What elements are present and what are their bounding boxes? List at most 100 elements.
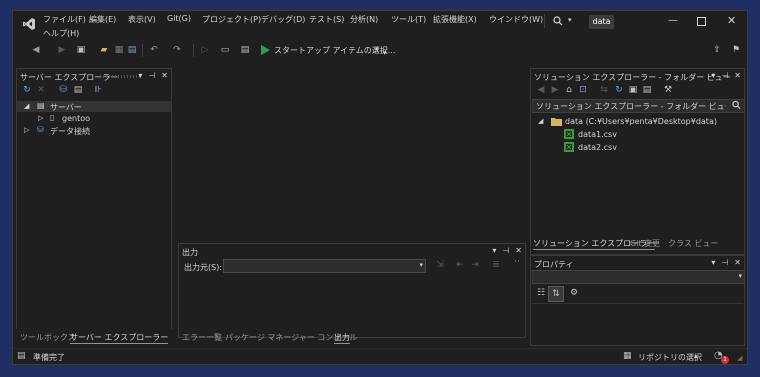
- search-icon[interactable]: [553, 16, 563, 26]
- stop-icon[interactable]: ✕: [35, 85, 47, 96]
- output-source-select[interactable]: ▾: [223, 259, 426, 273]
- properties-menu-icon[interactable]: ▾: [711, 258, 715, 267]
- select-repository[interactable]: リポジトリの選択: [638, 352, 702, 363]
- attach-icon[interactable]: ▭: [219, 45, 231, 56]
- sharepoint-icon[interactable]: ⊪: [92, 85, 104, 96]
- collapse-all-icon[interactable]: ▣: [627, 85, 639, 96]
- redo-icon[interactable]: ↷: [171, 45, 183, 56]
- menu-help[interactable]: ヘルプ(H): [43, 28, 79, 39]
- start-debug-icon[interactable]: ▷: [199, 45, 211, 56]
- expand-folder-icon[interactable]: ◢: [538, 117, 543, 125]
- feedback-icon[interactable]: ⚑: [730, 45, 742, 56]
- select-dropdown-icon[interactable]: ▾: [419, 261, 423, 269]
- repository-icon[interactable]: ▦: [623, 351, 632, 361]
- toolbar: ◀ ▶ ▣ ▰ ▦ ▤ ↶ ↷ ▷ ▭ ▤ スタートアップ アイテムの選択...…: [13, 42, 747, 59]
- alphabetical-icon[interactable]: ⇅: [548, 286, 564, 302]
- tab-error-list[interactable]: エラー一覧: [182, 332, 222, 343]
- solution-name: data: [592, 17, 611, 26]
- repository-up-icon[interactable]: ▴: [694, 352, 698, 360]
- properties-object-select[interactable]: ▾: [532, 270, 745, 284]
- prev-message-icon[interactable]: ⇤: [454, 260, 466, 271]
- tab-class-view[interactable]: クラス ビュー: [668, 238, 718, 249]
- resize-grip-icon[interactable]: ◢: [737, 354, 742, 362]
- solution-search-icon[interactable]: [732, 100, 741, 110]
- minimize-icon[interactable]: —: [668, 15, 678, 26]
- menu-analyze[interactable]: 分析(N): [350, 14, 378, 25]
- se-back-icon[interactable]: ◀: [535, 85, 547, 96]
- next-message-icon[interactable]: ⇥: [469, 260, 481, 271]
- tree-item-data-folder[interactable]: data (C:¥Users¥penta¥Desktop¥data): [565, 117, 717, 126]
- save-all-icon[interactable]: ▤: [126, 45, 138, 56]
- connect-server-icon[interactable]: ▤: [72, 85, 84, 96]
- refresh-icon[interactable]: ↻: [21, 85, 33, 96]
- back-icon[interactable]: ◀: [30, 45, 42, 56]
- word-wrap-icon[interactable]: ⋅⋅: [511, 257, 523, 268]
- play-icon[interactable]: [261, 45, 270, 55]
- menu-edit[interactable]: 編集(E): [89, 14, 116, 25]
- tab-toolbox[interactable]: ツールボックス: [20, 332, 76, 343]
- menu-file[interactable]: ファイル(F): [43, 14, 86, 25]
- close-window-icon[interactable]: ✕: [727, 14, 736, 27]
- properties-pin-icon[interactable]: ⊣: [721, 258, 728, 267]
- se-forward-icon[interactable]: ▶: [549, 85, 561, 96]
- menu-view[interactable]: 表示(V): [128, 14, 156, 25]
- pin-icon[interactable]: ⊣: [148, 71, 155, 80]
- expand-servers-icon[interactable]: ◢: [24, 102, 29, 110]
- properties-close-icon[interactable]: ✕: [734, 258, 741, 267]
- menu-project[interactable]: プロジェクト(P): [202, 14, 261, 25]
- home-icon[interactable]: ⌂: [563, 85, 575, 96]
- maximize-icon[interactable]: [697, 17, 706, 26]
- find-message-icon[interactable]: ⇲: [434, 260, 446, 271]
- share-icon[interactable]: ⇪: [711, 45, 723, 56]
- categorized-icon[interactable]: ☷: [535, 288, 547, 299]
- status-output-icon[interactable]: ▤: [17, 351, 26, 361]
- search-dropdown-icon[interactable]: ▾: [568, 16, 572, 24]
- tree-item-data2-csv[interactable]: data2.csv: [578, 143, 617, 152]
- new-project-icon[interactable]: ▣: [75, 45, 87, 56]
- tree-item-gentoo[interactable]: gentoo: [62, 114, 90, 123]
- close-panel-icon[interactable]: ✕: [161, 71, 168, 80]
- output-menu-icon[interactable]: ▾: [492, 246, 496, 255]
- menu-test[interactable]: テスト(S): [309, 14, 344, 25]
- solution-search-box[interactable]: ソリューション エクスプローラー - フォルダー ビュー の検索 (Ctrl+;…: [532, 99, 745, 113]
- undo-icon[interactable]: ↶: [148, 45, 160, 56]
- save-icon[interactable]: ▦: [113, 45, 125, 56]
- panel-menu-icon[interactable]: ▾: [138, 71, 142, 80]
- tab-git-changes[interactable]: Git 変更: [630, 238, 660, 249]
- expand-gentoo-icon[interactable]: ▷: [38, 114, 43, 122]
- forward-icon[interactable]: ▶: [56, 45, 68, 56]
- toolbar-overflow-icon[interactable]: ▾: [383, 49, 387, 57]
- show-all-files-icon[interactable]: ▤: [641, 85, 653, 96]
- tree-item-servers[interactable]: サーバー: [50, 102, 82, 113]
- properties-dropdown-icon[interactable]: ▾: [738, 272, 742, 280]
- expand-data-connections-icon[interactable]: ▷: [24, 126, 29, 134]
- tab-output[interactable]: 出力: [334, 332, 350, 344]
- open-folder-icon[interactable]: ▰: [98, 45, 110, 56]
- solution-search-input[interactable]: ソリューション エクスプローラー - フォルダー ビュー の検索 (Ctrl+;…: [536, 101, 726, 112]
- menu-git[interactable]: Git(G): [167, 14, 191, 23]
- startup-dropdown-icon[interactable]: ▾: [375, 45, 379, 53]
- properties-separator: [532, 303, 743, 304]
- menu-window[interactable]: ウインドウ(W): [489, 14, 543, 25]
- solution-pin-icon[interactable]: ⊣: [721, 71, 728, 80]
- drag-handle[interactable]: [100, 75, 140, 78]
- menu-tools[interactable]: ツール(T): [391, 14, 426, 25]
- output-pin-icon[interactable]: ⊣: [502, 246, 509, 255]
- property-pages-icon[interactable]: ⚙: [568, 288, 580, 299]
- properties-icon[interactable]: ⚒: [662, 85, 674, 96]
- menu-extensions[interactable]: 拡張機能(X): [433, 14, 477, 25]
- switch-views-icon[interactable]: ⊡: [577, 85, 589, 96]
- tree-item-data1-csv[interactable]: data1.csv: [578, 130, 617, 139]
- tree-item-data-connections[interactable]: データ接続: [50, 126, 90, 137]
- se-refresh-icon[interactable]: ↻: [613, 85, 625, 96]
- solution-explorer-title: ソリューション エクスプローラー - フォルダー ビュー: [534, 73, 731, 82]
- menu-debug[interactable]: デバッグ(D): [261, 14, 305, 25]
- solution-close-icon[interactable]: ✕: [734, 71, 741, 80]
- output-close-icon[interactable]: ✕: [515, 246, 522, 255]
- clear-all-icon[interactable]: ≣: [490, 260, 502, 271]
- connect-database-icon[interactable]: ⛁: [57, 85, 69, 96]
- browser-icon[interactable]: ▤: [239, 45, 251, 56]
- tab-server-explorer[interactable]: サーバー エクスプローラー: [70, 332, 169, 344]
- pending-changes-icon[interactable]: ⇆: [598, 85, 610, 96]
- solution-menu-icon[interactable]: ▾: [711, 71, 715, 80]
